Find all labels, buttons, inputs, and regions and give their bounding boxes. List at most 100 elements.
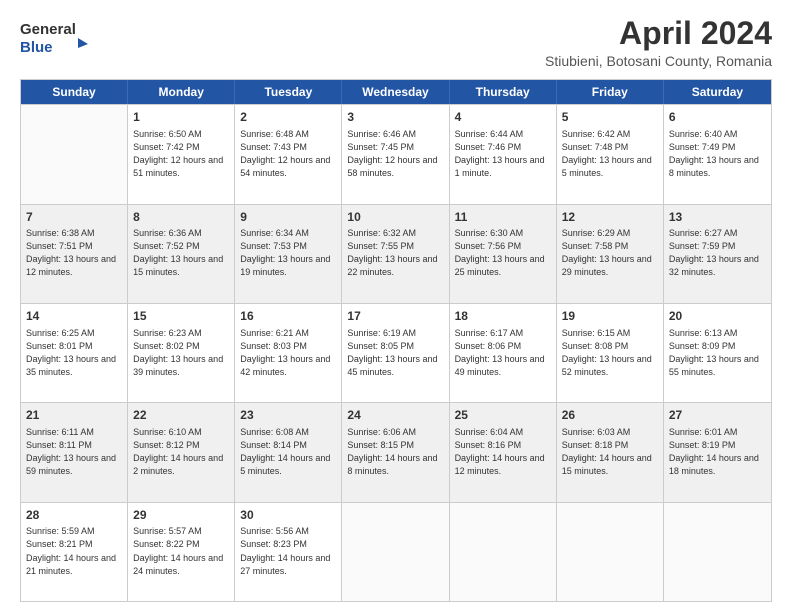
calendar-header-day: Tuesday [235,80,342,104]
svg-text:General: General [20,21,76,38]
calendar-cell: 20 Sunrise: 6:13 AM Sunset: 8:09 PM Dayli… [664,304,771,402]
day-number: 16 [240,308,336,325]
calendar-week: 7Sunrise: 6:38 AM Sunset: 7:51 PM Daylig… [21,204,771,303]
day-number: 3 [347,109,443,126]
day-info: Sunrise: 6:30 AM Sunset: 7:56 PM Dayligh… [455,227,551,279]
day-info: Sunrise: 6:10 AM Sunset: 8:12 PM Dayligh… [133,426,229,478]
calendar-cell: 4Sunrise: 6:44 AM Sunset: 7:46 PM Daylig… [450,105,557,203]
day-number: 30 [240,507,336,524]
calendar-cell: 16 Sunrise: 6:21 AM Sunset: 8:03 PM Dayli… [235,304,342,402]
day-number: 1 [133,109,229,126]
logo-svg: GeneralBlue [20,16,100,56]
day-info: Sunrise: 6:36 AM Sunset: 7:52 PM Dayligh… [133,227,229,279]
title-block: April 2024 Stiubieni, Botosani County, R… [545,16,772,69]
day-info: Sunrise: 6:13 AM Sunset: 8:09 PM Dayligh… [669,327,766,379]
day-number: 2 [240,109,336,126]
calendar-body: 1 Sunrise: 6:50 AM Sunset: 7:42 PM Daylig… [21,104,771,601]
calendar-cell [21,105,128,203]
calendar-week: 1 Sunrise: 6:50 AM Sunset: 7:42 PM Daylig… [21,104,771,203]
calendar-cell: 22 Sunrise: 6:10 AM Sunset: 8:12 PM Dayli… [128,403,235,501]
calendar-cell: 27Sunrise: 6:01 AM Sunset: 8:19 PM Dayli… [664,403,771,501]
day-info: Sunrise: 6:23 AM Sunset: 8:02 PM Dayligh… [133,327,229,379]
calendar-cell: 23 Sunrise: 6:08 AM Sunset: 8:14 PM Dayli… [235,403,342,501]
calendar-week: 28Sunrise: 5:59 AM Sunset: 8:21 PM Dayli… [21,502,771,601]
calendar-cell: 11Sunrise: 6:30 AM Sunset: 7:56 PM Dayli… [450,205,557,303]
calendar-cell: 10Sunrise: 6:32 AM Sunset: 7:55 PM Dayli… [342,205,449,303]
day-info: Sunrise: 6:17 AM Sunset: 8:06 PM Dayligh… [455,327,551,379]
day-number: 28 [26,507,122,524]
calendar-cell: 13Sunrise: 6:27 AM Sunset: 7:59 PM Dayli… [664,205,771,303]
day-info: Sunrise: 6:06 AM Sunset: 8:15 PM Dayligh… [347,426,443,478]
day-info: Sunrise: 6:15 AM Sunset: 8:08 PM Dayligh… [562,327,658,379]
day-info: Sunrise: 6:03 AM Sunset: 8:18 PM Dayligh… [562,426,658,478]
calendar-cell [664,503,771,601]
day-number: 20 [669,308,766,325]
calendar-header-day: Monday [128,80,235,104]
calendar-header-row: SundayMondayTuesdayWednesdayThursdayFrid… [21,80,771,104]
day-info: Sunrise: 6:25 AM Sunset: 8:01 PM Dayligh… [26,327,122,379]
calendar-cell: 19 Sunrise: 6:15 AM Sunset: 8:08 PM Dayli… [557,304,664,402]
calendar-cell: 30Sunrise: 5:56 AM Sunset: 8:23 PM Dayli… [235,503,342,601]
day-number: 23 [240,407,336,424]
calendar-cell: 26 Sunrise: 6:03 AM Sunset: 8:18 PM Dayli… [557,403,664,501]
day-number: 9 [240,209,336,226]
day-info: Sunrise: 6:19 AM Sunset: 8:05 PM Dayligh… [347,327,443,379]
day-info: Sunrise: 6:08 AM Sunset: 8:14 PM Dayligh… [240,426,336,478]
day-info: Sunrise: 5:56 AM Sunset: 8:23 PM Dayligh… [240,525,336,577]
day-number: 15 [133,308,229,325]
subtitle: Stiubieni, Botosani County, Romania [545,53,772,69]
calendar-cell: 8Sunrise: 6:36 AM Sunset: 7:52 PM Daylig… [128,205,235,303]
header: GeneralBlue April 2024 Stiubieni, Botosa… [20,16,772,69]
day-number: 25 [455,407,551,424]
calendar-cell: 9Sunrise: 6:34 AM Sunset: 7:53 PM Daylig… [235,205,342,303]
day-number: 26 [562,407,658,424]
calendar-cell: 7Sunrise: 6:38 AM Sunset: 7:51 PM Daylig… [21,205,128,303]
day-number: 7 [26,209,122,226]
calendar-cell: 15 Sunrise: 6:23 AM Sunset: 8:02 PM Dayli… [128,304,235,402]
calendar-cell: 6 Sunrise: 6:40 AM Sunset: 7:49 PM Daylig… [664,105,771,203]
day-number: 24 [347,407,443,424]
calendar-header-day: Thursday [450,80,557,104]
calendar-header-day: Wednesday [342,80,449,104]
calendar-cell [450,503,557,601]
calendar-cell: 14 Sunrise: 6:25 AM Sunset: 8:01 PM Dayli… [21,304,128,402]
calendar: SundayMondayTuesdayWednesdayThursdayFrid… [20,79,772,602]
day-info: Sunrise: 5:59 AM Sunset: 8:21 PM Dayligh… [26,525,122,577]
day-info: Sunrise: 6:21 AM Sunset: 8:03 PM Dayligh… [240,327,336,379]
calendar-cell: 3 Sunrise: 6:46 AM Sunset: 7:45 PM Daylig… [342,105,449,203]
day-info: Sunrise: 6:27 AM Sunset: 7:59 PM Dayligh… [669,227,766,279]
calendar-cell [557,503,664,601]
calendar-cell: 29Sunrise: 5:57 AM Sunset: 8:22 PM Dayli… [128,503,235,601]
main-title: April 2024 [545,16,772,51]
day-info: Sunrise: 6:32 AM Sunset: 7:55 PM Dayligh… [347,227,443,279]
day-number: 22 [133,407,229,424]
calendar-cell [342,503,449,601]
calendar-header-day: Friday [557,80,664,104]
day-number: 27 [669,407,766,424]
day-number: 14 [26,308,122,325]
day-info: Sunrise: 6:46 AM Sunset: 7:45 PM Dayligh… [347,128,443,180]
day-info: Sunrise: 6:48 AM Sunset: 7:43 PM Dayligh… [240,128,336,180]
calendar-cell: 25Sunrise: 6:04 AM Sunset: 8:16 PM Dayli… [450,403,557,501]
day-number: 11 [455,209,551,226]
day-number: 10 [347,209,443,226]
calendar-week: 14 Sunrise: 6:25 AM Sunset: 8:01 PM Dayli… [21,303,771,402]
day-info: Sunrise: 6:40 AM Sunset: 7:49 PM Dayligh… [669,128,766,180]
svg-text:Blue: Blue [20,39,53,56]
day-info: Sunrise: 5:57 AM Sunset: 8:22 PM Dayligh… [133,525,229,577]
calendar-header-day: Saturday [664,80,771,104]
calendar-cell: 24 Sunrise: 6:06 AM Sunset: 8:15 PM Dayli… [342,403,449,501]
calendar-cell: 18Sunrise: 6:17 AM Sunset: 8:06 PM Dayli… [450,304,557,402]
day-number: 6 [669,109,766,126]
calendar-cell: 5Sunrise: 6:42 AM Sunset: 7:48 PM Daylig… [557,105,664,203]
page: GeneralBlue April 2024 Stiubieni, Botosa… [0,0,792,612]
day-number: 19 [562,308,658,325]
day-info: Sunrise: 6:11 AM Sunset: 8:11 PM Dayligh… [26,426,122,478]
day-info: Sunrise: 6:38 AM Sunset: 7:51 PM Dayligh… [26,227,122,279]
day-info: Sunrise: 6:44 AM Sunset: 7:46 PM Dayligh… [455,128,551,180]
day-number: 29 [133,507,229,524]
day-info: Sunrise: 6:50 AM Sunset: 7:42 PM Dayligh… [133,128,229,180]
day-info: Sunrise: 6:29 AM Sunset: 7:58 PM Dayligh… [562,227,658,279]
day-info: Sunrise: 6:42 AM Sunset: 7:48 PM Dayligh… [562,128,658,180]
calendar-cell: 21Sunrise: 6:11 AM Sunset: 8:11 PM Dayli… [21,403,128,501]
